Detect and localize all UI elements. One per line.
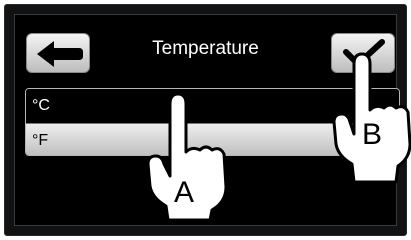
hand-a-label: A xyxy=(174,176,194,209)
pointing-hand-icon: A xyxy=(146,92,228,222)
hand-b-label: B xyxy=(362,118,382,151)
pointing-hand-icon-b: B xyxy=(332,52,411,184)
